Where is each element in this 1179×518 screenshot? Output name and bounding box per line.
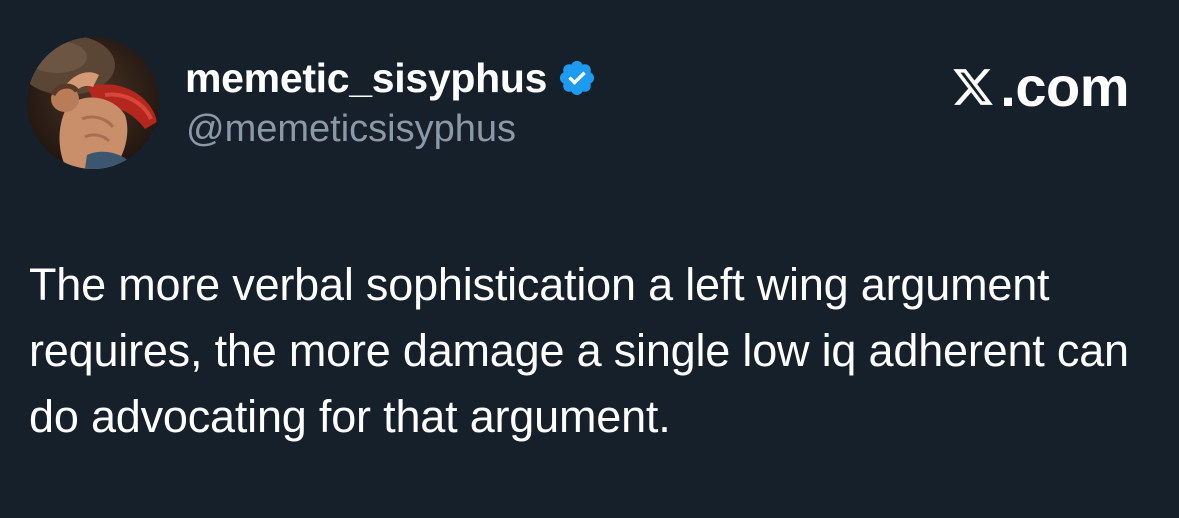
tweet-text: The more verbal sophistication a left wi… [29, 259, 1129, 442]
author-row: memetic_sisyphus [185, 52, 597, 104]
brand[interactable]: .com [950, 58, 1129, 116]
x-logo-icon [953, 69, 994, 105]
verified-badge-icon[interactable] [557, 58, 597, 98]
author-handle[interactable]: @memeticsisyphus [186, 108, 516, 151]
avatar[interactable] [27, 37, 159, 169]
display-name[interactable]: memetic_sisyphus [185, 55, 547, 102]
tweet-card: memetic_sisyphus @memeticsisyphus .com T… [0, 0, 1179, 518]
painting-avatar-icon [27, 37, 159, 169]
brand-label: .com [1000, 55, 1129, 118]
